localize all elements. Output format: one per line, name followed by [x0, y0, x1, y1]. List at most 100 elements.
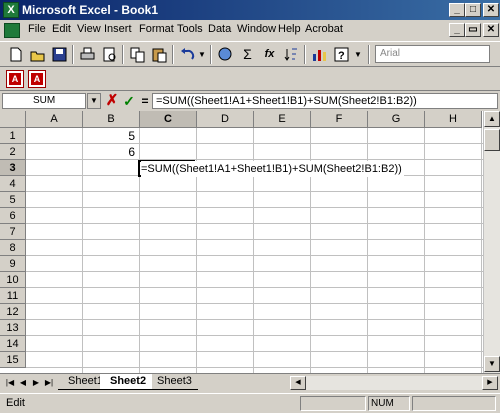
row-header-10[interactable]: 10 [0, 272, 26, 288]
cancel-icon[interactable]: ✗ [104, 92, 120, 110]
sort-ascending-icon[interactable] [282, 45, 301, 64]
formula-bar: SUM ▼ ✗ ✓ = =SUM((Sheet1!A1+Sheet1!B1)+S… [0, 91, 500, 111]
horizontal-scrollbar[interactable]: ◀ ▶ [290, 376, 498, 390]
toolbar-separator [304, 45, 306, 64]
scroll-right-icon[interactable]: ▶ [482, 376, 498, 390]
row-header-7[interactable]: 7 [0, 224, 26, 240]
grid-row-line [26, 367, 486, 368]
function-icon[interactable]: fx [260, 45, 279, 64]
doc-restore-button[interactable]: ▭ [465, 23, 481, 37]
workbook-icon[interactable] [4, 23, 20, 38]
name-box-dropdown-icon[interactable]: ▼ [87, 93, 101, 109]
row-header-6[interactable]: 6 [0, 208, 26, 224]
cell-c3-edit-text[interactable]: =SUM((Sheet1!A1+Sheet1!B1)+SUM(Sheet2!B1… [141, 161, 404, 177]
toolbar-separator [72, 45, 74, 64]
row-header-13[interactable]: 13 [0, 320, 26, 336]
row-header-14[interactable]: 14 [0, 336, 26, 352]
grid-row-line [26, 335, 486, 336]
paste-icon[interactable] [150, 45, 169, 64]
menu-data[interactable]: Data [208, 23, 231, 35]
row-header-15[interactable]: 15 [0, 352, 26, 368]
doc-minimize-button[interactable]: _ [449, 23, 465, 37]
grid-row-line [26, 255, 486, 256]
column-header-d[interactable]: D [197, 111, 254, 128]
hyperlink-icon[interactable] [216, 45, 235, 64]
worksheet-grid[interactable]: ABCDEFGH 1 2 3 4 5 6 7 8 9 10 11 12 13 14 15 5 6 =SUM(… [0, 111, 500, 373]
menu-view[interactable]: View [77, 23, 101, 35]
close-button[interactable]: ✕ [483, 3, 499, 17]
next-sheet-icon[interactable]: ▶ [30, 376, 42, 389]
scroll-up-icon[interactable]: ▲ [484, 111, 500, 127]
grid-row-line [26, 191, 486, 192]
convert-and-email-pdf-icon[interactable]: A [28, 70, 46, 88]
chart-wizard-icon[interactable] [310, 45, 329, 64]
menu-window[interactable]: Window [237, 23, 276, 35]
row-header-5[interactable]: 5 [0, 192, 26, 208]
doc-close-button[interactable]: ✕ [483, 23, 499, 37]
vertical-scroll-thumb[interactable] [484, 129, 500, 151]
window-title: Microsoft Excel - Book1 [22, 3, 159, 17]
tab-sheet3[interactable]: Sheet3 [147, 374, 198, 390]
column-header-f[interactable]: F [311, 111, 368, 128]
scroll-left-icon[interactable]: ◀ [290, 376, 306, 390]
first-sheet-icon[interactable]: |◀ [4, 376, 16, 389]
status-bar: Edit NUM [0, 393, 500, 413]
row-header-4[interactable]: 4 [0, 176, 26, 192]
open-icon[interactable] [28, 45, 47, 64]
cell-b1[interactable]: 5 [84, 128, 138, 144]
menu-edit[interactable]: Edit [52, 23, 71, 35]
new-icon[interactable] [6, 45, 25, 64]
minimize-button[interactable]: _ [449, 3, 465, 17]
toolbar-separator [172, 45, 174, 64]
tab-sheet2[interactable]: Sheet2 [100, 374, 153, 390]
row-header-8[interactable]: 8 [0, 240, 26, 256]
menu-help[interactable]: Help [278, 23, 301, 35]
pdf-glyph: A [9, 73, 21, 85]
prev-sheet-icon[interactable]: ◀ [17, 376, 29, 389]
toolbar-options-icon[interactable]: ▼ [354, 50, 362, 59]
formula-input[interactable]: =SUM((Sheet1!A1+Sheet1!B1)+SUM(Sheet2!B1… [152, 93, 498, 109]
copy-icon[interactable] [128, 45, 147, 64]
excel-app-icon[interactable]: X [3, 2, 19, 18]
enter-check-icon[interactable]: ✓ [121, 92, 137, 110]
help-icon[interactable]: ? [332, 45, 351, 64]
menu-bar: File Edit View Insert Format Tools Data … [0, 20, 500, 41]
column-header-g[interactable]: G [368, 111, 425, 128]
row-header-2[interactable]: 2 [0, 144, 26, 160]
scroll-down-icon[interactable]: ▼ [484, 356, 500, 372]
convert-to-pdf-icon[interactable]: A [6, 70, 24, 88]
menu-file[interactable]: File [28, 23, 46, 35]
grid-row-line [26, 303, 486, 304]
column-header-b[interactable]: B [83, 111, 140, 128]
row-header-9[interactable]: 9 [0, 256, 26, 272]
menu-format[interactable]: Format [139, 23, 174, 35]
row-header-11[interactable]: 11 [0, 288, 26, 304]
row-header-3[interactable]: 3 [0, 160, 26, 176]
undo-dropdown-icon[interactable]: ▼ [198, 50, 206, 59]
undo-icon[interactable] [178, 45, 197, 64]
select-all-button[interactable] [0, 111, 26, 128]
row-header-1[interactable]: 1 [0, 128, 26, 144]
menu-acrobat[interactable]: Acrobat [305, 23, 343, 35]
last-sheet-icon[interactable]: ▶| [43, 376, 55, 389]
name-box[interactable]: SUM [2, 93, 86, 109]
column-header-h[interactable]: H [425, 111, 482, 128]
column-header-a[interactable]: A [26, 111, 83, 128]
column-header-e[interactable]: E [254, 111, 311, 128]
toolbar-separator [122, 45, 124, 64]
row-header-12[interactable]: 12 [0, 304, 26, 320]
autosum-icon[interactable]: Σ [238, 45, 257, 64]
num-lock-indicator: NUM [368, 396, 410, 411]
print-preview-icon[interactable] [100, 45, 119, 64]
cell-b2[interactable]: 6 [84, 144, 138, 160]
font-name-field[interactable]: Arial [375, 45, 490, 63]
toolbar-separator [210, 45, 212, 64]
vertical-scrollbar[interactable]: ▲ ▼ [483, 111, 500, 373]
edit-formula-button[interactable]: = [138, 92, 152, 110]
menu-tools[interactable]: Tools [177, 23, 203, 35]
maximize-button[interactable]: □ [465, 3, 481, 17]
print-icon[interactable] [78, 45, 97, 64]
column-header-c[interactable]: C [140, 111, 197, 128]
save-icon[interactable] [50, 45, 69, 64]
menu-insert[interactable]: Insert [104, 23, 132, 35]
